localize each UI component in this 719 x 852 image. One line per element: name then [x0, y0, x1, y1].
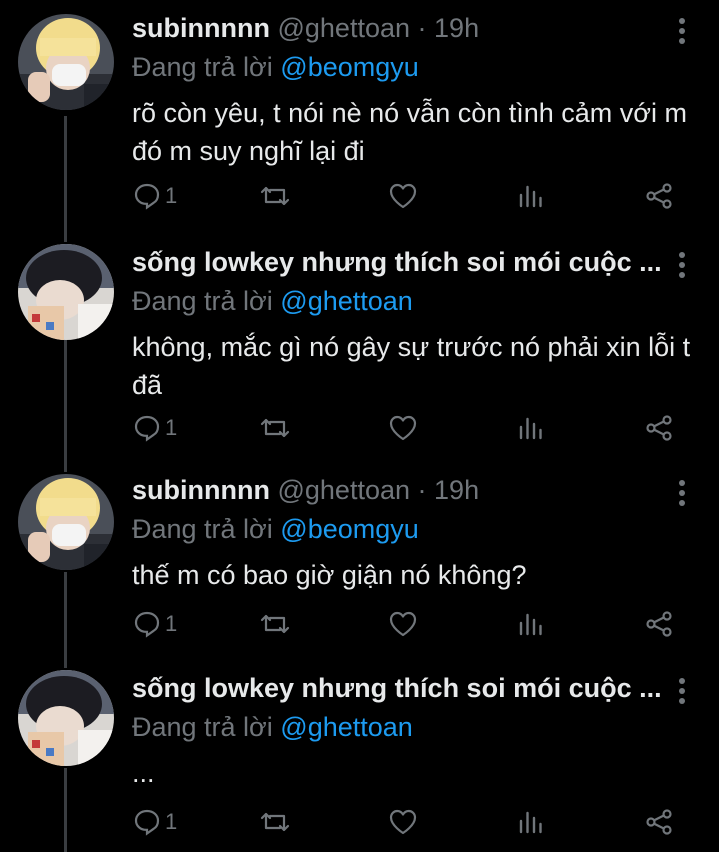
avatar-dark-hair-icon — [18, 244, 114, 340]
reply-icon — [134, 809, 160, 836]
more-icon[interactable] — [672, 678, 692, 708]
share-icon — [646, 809, 672, 835]
like-button[interactable] — [388, 176, 418, 216]
retweet-icon — [260, 186, 290, 206]
action-bar: 1 — [0, 604, 719, 644]
reply-context: Đang trả lời @beomgyu — [132, 50, 419, 84]
share-icon — [646, 611, 672, 637]
tweet-text: rõ còn yêu, t nói nè nó vẫn còn tình cảm… — [132, 98, 687, 166]
analytics-button[interactable] — [518, 408, 544, 448]
reply-icon — [134, 183, 160, 210]
analytics-button[interactable] — [518, 802, 544, 842]
retweet-button[interactable] — [259, 802, 291, 842]
like-button[interactable] — [388, 408, 418, 448]
share-icon — [646, 183, 672, 209]
separator-dot: · — [417, 475, 427, 505]
display-name[interactable]: subinnnnn — [132, 475, 270, 505]
avatar[interactable] — [18, 474, 114, 570]
mention-link[interactable]: @ghettoan — [280, 712, 413, 742]
analytics-icon — [519, 417, 542, 440]
display-name[interactable]: subinnnnn — [132, 13, 270, 43]
analytics-icon — [519, 811, 542, 834]
avatar-blonde-mask-icon — [18, 14, 114, 110]
reply-icon — [134, 415, 160, 442]
tweet-text: ... — [132, 758, 155, 788]
action-bar: 1 — [0, 802, 719, 842]
retweet-button[interactable] — [259, 408, 291, 448]
tweet-header: subinnnnn @ghettoan · 19h — [132, 472, 662, 508]
like-icon — [389, 809, 417, 835]
mention-link[interactable]: @ghettoan — [280, 286, 413, 316]
mention-link[interactable]: @beomgyu — [280, 514, 418, 544]
reply-icon — [134, 611, 160, 638]
tweet-header: sống lowkey nhưng thích soi mói cuộc ... — [132, 244, 662, 280]
reply-button[interactable]: 1 — [133, 176, 177, 216]
reply-count: 1 — [165, 183, 178, 208]
avatar-blonde-mask-icon — [18, 474, 114, 570]
reply-context: Đang trả lời @ghettoan — [132, 284, 413, 318]
reply-prefix: Đang trả lời — [132, 286, 273, 316]
avatar-dark-hair-icon — [18, 670, 114, 766]
like-icon — [389, 183, 417, 209]
share-button[interactable] — [644, 604, 674, 644]
reply-context: Đang trả lời @ghettoan — [132, 710, 413, 744]
reply-count: 1 — [165, 415, 178, 440]
separator-dot: · — [417, 13, 427, 43]
action-bar: 1 — [0, 408, 719, 448]
reply-count: 1 — [165, 611, 178, 636]
analytics-icon — [519, 613, 542, 636]
reply-prefix: Đang trả lời — [132, 52, 273, 82]
tweet-text: thế m có bao giờ giận nó không? — [132, 560, 527, 590]
reply-context: Đang trả lời @beomgyu — [132, 512, 419, 546]
user-handle[interactable]: @ghettoan — [277, 475, 410, 505]
reply-button[interactable]: 1 — [133, 604, 177, 644]
more-icon[interactable] — [672, 18, 692, 48]
share-button[interactable] — [644, 408, 674, 448]
reply-button[interactable]: 1 — [133, 408, 177, 448]
share-icon — [646, 415, 672, 441]
display-name[interactable]: sống lowkey nhưng thích soi mói cuộc ... — [132, 247, 662, 277]
tweet-text: không, mắc gì nó gây sự trước nó phải xi… — [132, 332, 691, 400]
reply-button[interactable]: 1 — [133, 802, 177, 842]
analytics-button[interactable] — [518, 176, 544, 216]
more-icon[interactable] — [672, 480, 692, 510]
timestamp[interactable]: 19h — [434, 475, 479, 505]
timestamp[interactable]: 19h — [434, 13, 479, 43]
avatar[interactable] — [18, 670, 114, 766]
mention-link[interactable]: @beomgyu — [280, 52, 418, 82]
display-name[interactable]: sống lowkey nhưng thích soi mói cuộc ... — [132, 673, 662, 703]
retweet-button[interactable] — [259, 176, 291, 216]
like-button[interactable] — [388, 604, 418, 644]
analytics-icon — [519, 185, 542, 208]
retweet-icon — [260, 418, 290, 438]
share-button[interactable] — [644, 176, 674, 216]
avatar[interactable] — [18, 244, 114, 340]
reply-prefix: Đang trả lời — [132, 514, 273, 544]
retweet-icon — [260, 812, 290, 832]
like-icon — [389, 611, 417, 637]
tweet-header: subinnnnn @ghettoan · 19h — [132, 10, 662, 46]
retweet-icon — [260, 614, 290, 634]
user-handle[interactable]: @ghettoan — [277, 13, 410, 43]
like-icon — [389, 415, 417, 441]
thread-line — [64, 340, 67, 472]
retweet-button[interactable] — [259, 604, 291, 644]
share-button[interactable] — [644, 802, 674, 842]
like-button[interactable] — [388, 802, 418, 842]
action-bar: 1 — [0, 176, 719, 216]
reply-prefix: Đang trả lời — [132, 712, 273, 742]
more-icon[interactable] — [672, 252, 692, 282]
analytics-button[interactable] — [518, 604, 544, 644]
reply-count: 1 — [165, 809, 178, 834]
tweet-header: sống lowkey nhưng thích soi mói cuộc ... — [132, 670, 662, 706]
avatar[interactable] — [18, 14, 114, 110]
